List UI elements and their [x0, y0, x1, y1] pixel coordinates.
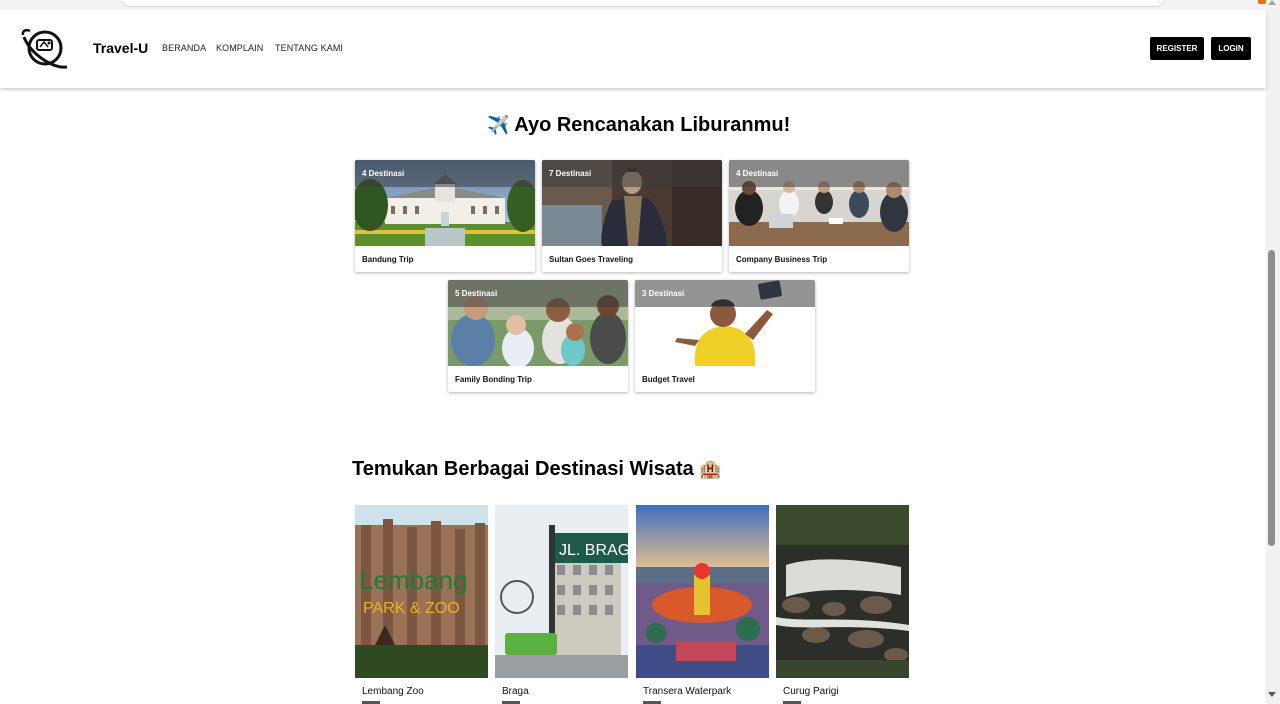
category-count: 7 Destinasi: [549, 169, 592, 178]
nav-beranda[interactable]: BERANDA: [162, 43, 206, 53]
scrollbar-thumb[interactable]: [1268, 250, 1275, 546]
brand-name[interactable]: Travel-U: [93, 40, 148, 56]
photo-sign-text: PARK & ZOO: [363, 600, 460, 617]
category-card[interactable]: 7 Destinasi Sultan Goes Traveling: [542, 160, 722, 272]
category-card[interactable]: 4 Destinasi Company Business Trip: [729, 160, 909, 272]
destination-name: Braga: [502, 686, 529, 697]
plan-section-title-text: Ayo Rencanakan Liburanmu!: [514, 114, 791, 136]
destination-card[interactable]: Curug Parigi: [776, 505, 909, 704]
destination-name: Transera Waterpark: [643, 686, 732, 697]
destination-name: Lembang Zoo: [362, 686, 424, 697]
category-name: Sultan Goes Traveling: [549, 255, 634, 264]
photo-sign-text: JL. BRAGA: [559, 542, 628, 559]
category-count: 3 Destinasi: [642, 289, 685, 298]
plan-section-title: ✈️ Ayo Rencanakan Liburanmu!: [487, 114, 790, 137]
register-button[interactable]: REGISTER: [1150, 37, 1204, 60]
hotel-icon: 🏨: [699, 459, 722, 479]
category-name: Bandung Trip: [362, 255, 414, 264]
category-card[interactable]: 4 Destinasi Bandung Trip: [355, 160, 535, 272]
destination-image: Lembang PARK & ZOO: [355, 505, 488, 678]
category-name: Family Bonding Trip: [455, 375, 532, 384]
destination-image: [636, 505, 769, 678]
category-card[interactable]: 5 Destinasi Family Bonding Trip: [448, 280, 628, 392]
scroll-up-icon[interactable]: [1268, 0, 1276, 5]
destinations-section-title: Temukan Berbagai Destinasi Wisata 🏨: [352, 458, 722, 481]
nav-komplain[interactable]: KOMPLAIN: [216, 43, 263, 53]
scroll-down-icon[interactable]: [1268, 692, 1276, 697]
category-name: Company Business Trip: [736, 255, 828, 264]
destination-image: JL. BRAGA: [495, 505, 628, 678]
category-name: Budget Travel: [642, 375, 695, 384]
category-count: 4 Destinasi: [736, 169, 779, 178]
destination-card[interactable]: Lembang PARK & ZOO Lembang Zoo: [355, 505, 488, 704]
destination-name: Curug Parigi: [783, 686, 839, 697]
destination-card[interactable]: JL. BRAGA Braga: [495, 505, 628, 704]
logo-icon[interactable]: [20, 23, 70, 73]
navbar: Travel-U BERANDA KOMPLAIN TENTANG KAMI R…: [0, 10, 1266, 88]
category-card[interactable]: 3 Destinasi Budget Travel: [635, 280, 815, 392]
login-button[interactable]: LOGIN: [1211, 37, 1251, 60]
category-count: 5 Destinasi: [455, 289, 498, 298]
destination-card[interactable]: Transera Waterpark: [636, 505, 769, 704]
browser-indicator-icon: [1258, 0, 1266, 4]
category-count: 4 Destinasi: [362, 169, 405, 178]
nav-tentang-kami[interactable]: TENTANG KAMI: [275, 43, 343, 53]
destinations-section-title-text: Temukan Berbagai Destinasi Wisata: [352, 458, 694, 480]
photo-sign-text: Lembang: [359, 565, 467, 595]
airplane-icon: ✈️: [487, 115, 510, 135]
destination-image: [776, 505, 909, 678]
browser-address-bar[interactable]: [120, 0, 1166, 7]
